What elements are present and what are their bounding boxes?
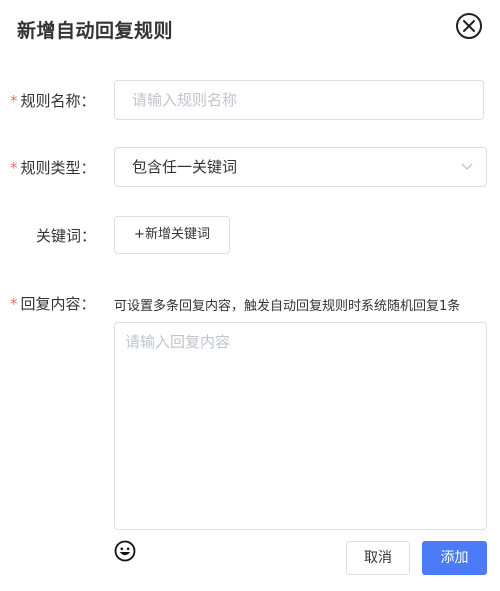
required-mark: * [10,92,18,110]
required-mark: * [10,295,18,313]
cancel-button[interactable]: 取消 [346,541,410,575]
rule-type-label-text: 规则类型： [20,159,96,177]
reply-content-label-text: 回复内容： [20,295,96,313]
add-auto-reply-dialog: 新增自动回复规则 * 规则名称： 请输入规则名称 * 规则类型： 包含任一关键词 关… [0,0,500,591]
reply-content-placeholder: 请输入回复内容 [125,333,231,351]
rule-type-label: * 规则类型： [10,157,106,178]
add-button[interactable]: 添加 [422,541,487,575]
required-mark: * [10,159,18,177]
emoji-icon[interactable] [114,540,136,562]
dialog-title: 新增自动回复规则 [17,20,174,42]
chevron-down-icon [461,163,473,170]
rule-name-label-text: 规则名称： [20,92,96,110]
rule-name-label: * 规则名称： [10,90,106,111]
rule-name-placeholder: 请输入规则名称 [132,91,238,109]
rule-name-input[interactable]: 请输入规则名称 [114,80,484,120]
add-keyword-button[interactable]: +新增关键词 [114,216,230,254]
close-icon[interactable] [455,12,483,40]
keywords-label: 关键词： [10,225,106,246]
reply-content-textarea[interactable]: 请输入回复内容 [114,322,487,530]
rule-type-value: 包含任一关键词 [132,158,238,176]
reply-content-label: * 回复内容： [10,293,106,314]
rule-type-select[interactable]: 包含任一关键词 [114,147,487,187]
reply-content-hint: 可设置多条回复内容，触发自动回复规则时系统随机回复1条 [114,299,461,314]
keywords-label-text: 关键词： [36,227,97,245]
